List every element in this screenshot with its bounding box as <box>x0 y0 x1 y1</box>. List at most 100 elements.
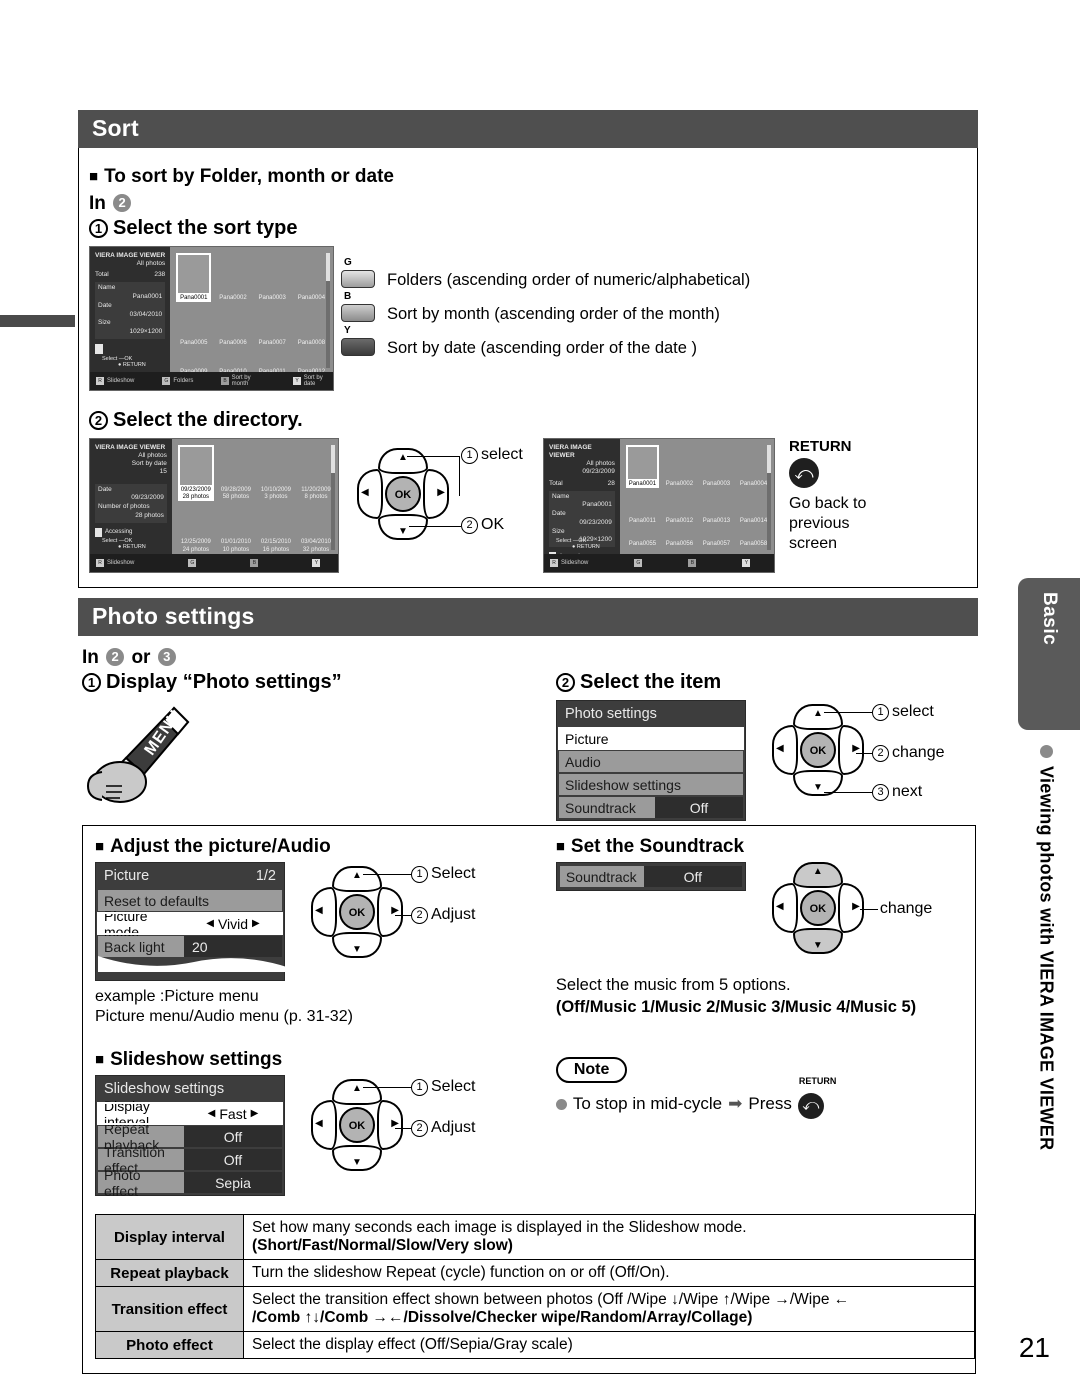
thumb-item[interactable]: Pana0057 <box>700 525 733 548</box>
note-label: Note <box>555 1057 628 1083</box>
table-row: Repeat playback Turn the slideshow Repea… <box>95 1259 975 1287</box>
section-band-sort: Sort <box>78 110 978 148</box>
file-icon <box>95 343 103 354</box>
tv-subtitle: All photos <box>136 260 166 268</box>
thumb-item[interactable]: Pana0004 <box>737 445 770 488</box>
scrollbar[interactable] <box>767 445 771 550</box>
ok-button[interactable]: OK <box>799 890 836 926</box>
thumb-item[interactable]: Pana0055 <box>626 525 659 548</box>
menu-title: Photo settings <box>565 706 657 722</box>
thumb-item[interactable]: Pana0006 <box>215 310 250 347</box>
color-key-text: Folders (ascending order of numeric/alph… <box>387 270 751 289</box>
thumb-item[interactable]: Pana0056 <box>663 525 696 548</box>
blue-button-icon[interactable]: B <box>341 291 375 322</box>
thumb-item[interactable]: Pana0005 <box>176 310 211 347</box>
thumb-item[interactable]: Pana0013 <box>700 494 733 525</box>
thumb-item[interactable]: Pana0011 <box>626 494 659 525</box>
table-key-repeat-playback: Repeat playback <box>95 1259 244 1287</box>
arrow-right-icon: ▶ <box>852 901 860 912</box>
green-button-icon[interactable]: G <box>341 257 375 288</box>
dpad-control[interactable]: OK ▲ ▼ ◀ ▶ <box>311 866 403 958</box>
bottom-key-slideshow[interactable]: R Slideshow <box>544 559 588 567</box>
thumb-item[interactable]: 12/25/2009 24 photos <box>178 519 214 553</box>
arrow-right-icon[interactable]: ▶ <box>248 918 264 929</box>
thumb-item[interactable]: 02/15/2010 16 photos <box>258 519 294 553</box>
thumb-item[interactable]: 09/23/2009 28 photos <box>177 445 214 502</box>
return-button-icon[interactable]: ⤺ <box>797 1093 824 1119</box>
bottom-key-slideshow[interactable]: R Slideshow <box>90 559 134 567</box>
bottom-key-yellow[interactable]: Y <box>306 559 321 567</box>
table-key-display-interval: Display interval <box>95 1214 244 1260</box>
ok-button[interactable]: OK <box>800 732 836 768</box>
ok-button[interactable]: OK <box>339 1107 375 1143</box>
dpad-control[interactable]: OK ▲ ▼ ◀ ▶ <box>771 862 864 954</box>
bottom-key-blue[interactable]: B <box>244 559 259 567</box>
thumb-item[interactable]: Pana0001 <box>176 253 212 303</box>
thumb-item[interactable]: Pana0002 <box>663 445 696 488</box>
arrow-left-icon[interactable]: ◀ <box>202 918 218 929</box>
bottom-key-green[interactable]: G <box>628 559 643 567</box>
thumb-item[interactable]: 11/20/2009 8 photos <box>298 445 334 501</box>
step-circle: 2 <box>106 648 125 666</box>
thumb-item[interactable]: 03/04/2010 32 photos <box>298 519 334 553</box>
scrollbar[interactable] <box>331 445 335 550</box>
tv-size-label: Size <box>98 319 111 327</box>
ok-button[interactable]: OK <box>385 476 421 512</box>
menu-item-audio[interactable]: Audio <box>559 751 743 772</box>
menu-item-slideshow-settings[interactable]: Slideshow settings <box>559 774 743 795</box>
edge-marker-bar <box>0 315 75 327</box>
bottom-key-blue[interactable]: B <box>682 559 697 567</box>
bottom-key-green[interactable]: G <box>182 559 197 567</box>
color-key-text: Sort by date (ascending order of the dat… <box>387 338 698 357</box>
arrow-right-icon[interactable]: ▶ <box>247 1108 263 1119</box>
thumb-item[interactable]: Pana0007 <box>255 310 290 347</box>
table-row: Display interval Set how many seconds ea… <box>95 1214 975 1260</box>
bottom-key-sort-date[interactable]: Y Sort by date <box>287 375 333 387</box>
arrow-left-icon: ◀ <box>776 743 784 754</box>
ok-button[interactable]: OK <box>339 894 375 930</box>
arrow-right-icon: ▶ <box>437 487 445 498</box>
tv-total-value: 238 <box>154 271 166 279</box>
picture-item-back-light[interactable]: Back light 20 <box>98 936 282 957</box>
table-value: Set how many seconds each image is displ… <box>243 1214 975 1260</box>
menu-item-picture[interactable]: Picture <box>558 727 744 750</box>
thumb-item[interactable]: 10/10/2009 3 photos <box>258 445 294 501</box>
soundtrack-item[interactable]: Soundtrack Off <box>559 866 742 887</box>
tv-size-label: Size <box>552 527 565 535</box>
return-button-icon[interactable]: ⤺ <box>789 458 819 488</box>
tv-date-value: 09/23/2009 <box>131 494 164 502</box>
slideshow-item-photo-effect[interactable]: Photo effect Sepia <box>98 1167 282 1199</box>
thumb-item[interactable]: 01/01/2010 10 photos <box>218 519 254 553</box>
arrow-left-icon[interactable]: ◀ <box>204 1108 220 1119</box>
picture-item-picture-mode[interactable]: Picture mode ◀ Vivid ▶ <box>97 908 283 940</box>
bottom-key-slideshow[interactable]: R Slideshow <box>90 377 134 385</box>
arrow-up-icon: ▲ <box>352 870 362 881</box>
arrow-down-icon: ▼ <box>398 526 408 537</box>
yellow-button-icon[interactable]: Y <box>341 325 375 356</box>
sort-step1-label: 1 Select the sort type <box>89 217 967 240</box>
thumb-item[interactable]: 09/28/2009 58 photos <box>218 445 254 501</box>
thumb-item[interactable]: Pana0001 <box>625 445 659 489</box>
arrow-left-icon: ◀ <box>775 901 784 912</box>
bottom-key-yellow[interactable]: Y <box>736 559 751 567</box>
tv-subtitle: All photos <box>138 452 167 460</box>
thumb-item[interactable]: Pana0012 <box>663 494 696 525</box>
sidebar-section-label: Viewing photos with VIERA IMAGE VIEWER <box>1036 766 1057 1151</box>
dpad-control[interactable]: OK ▲ ▼ ◀ ▶ <box>311 1079 403 1171</box>
menu-item-soundtrack[interactable]: Soundtrack Off <box>559 797 743 818</box>
thumb-item[interactable]: Pana0003 <box>700 445 733 488</box>
thumb-item[interactable]: Pana0058 <box>737 525 770 548</box>
thumb-item[interactable]: Pana0004 <box>294 253 329 302</box>
thumb-item[interactable]: Pana0002 <box>215 253 250 302</box>
thumb-item[interactable]: Pana0014 <box>737 494 770 525</box>
soundtrack-text1: Select the music from 5 options. <box>555 976 791 994</box>
dpad-control[interactable]: OK ▲ ▼ ◀ ▶ <box>772 704 864 796</box>
scrollbar[interactable] <box>326 253 330 368</box>
picture-caption: example :Picture menu Picture menu/Audio… <box>95 988 353 1025</box>
bottom-key-folders[interactable]: G Folders <box>156 377 193 385</box>
bottom-key-sort-month[interactable]: B Sort by month <box>215 375 265 387</box>
thumb-item[interactable]: Pana0003 <box>255 253 290 302</box>
thumb-item[interactable]: Pana0008 <box>294 310 329 347</box>
soundtrack-menu: Soundtrack Off <box>555 862 746 891</box>
arrow-up-icon: ▲ <box>398 452 408 463</box>
